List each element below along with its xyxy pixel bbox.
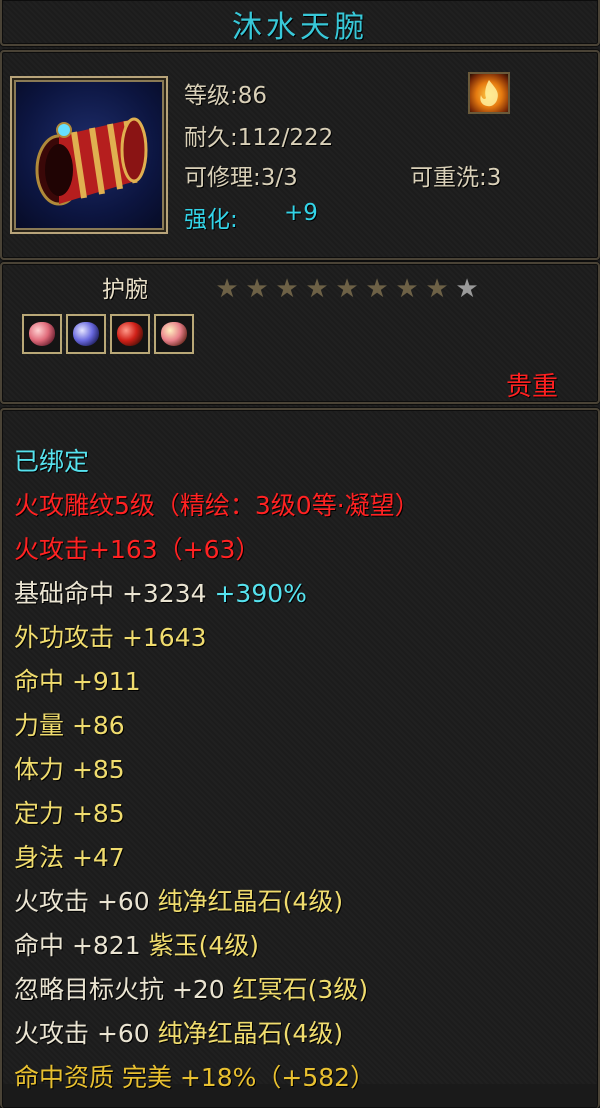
item-rewash: 可重洗:3 (410, 165, 502, 191)
stat-segment: 火攻击+163（+63） (14, 535, 261, 564)
stat-segment: +47 (71, 843, 125, 872)
star-filled-icon: ★ (215, 274, 239, 304)
stat-segment: 外功攻击 (14, 623, 122, 652)
pink-gem-icon[interactable] (154, 314, 194, 354)
stat-line: 火攻击 +60 纯净红晶石(4级) (14, 884, 343, 920)
item-type-panel: 护腕 ★ ★ ★ ★ ★ ★ ★ ★ ★ 贵重 (0, 262, 600, 404)
stat-line: 忽略目标火抗 +20 红冥石(3级) (14, 972, 368, 1008)
item-enhance-value: +9 (284, 200, 318, 226)
stat-segment: 体力 (14, 755, 72, 784)
item-type: 护腕 (102, 277, 148, 303)
item-rarity: 贵重 (505, 372, 558, 402)
fire-element-icon (468, 72, 510, 114)
star-filled-icon: ★ (335, 274, 359, 304)
star-filled-icon: ★ (395, 274, 419, 304)
stat-segment: 命中 (14, 667, 72, 696)
stat-segment: +85 (71, 799, 125, 828)
star-rating: ★ ★ ★ ★ ★ ★ ★ ★ ★ (212, 274, 482, 304)
stat-segment: +911 (71, 667, 141, 696)
stat-line: 火攻击 +60 纯净红晶石(4级) (14, 1016, 343, 1052)
stat-segment: 紫玉(4级) (148, 931, 259, 960)
stat-segment: 基础命中 +3234 (14, 579, 215, 608)
stat-segment: 红冥石(3级) (232, 975, 369, 1004)
gem-slots (22, 314, 198, 358)
blue-gem-icon[interactable] (66, 314, 106, 354)
pink-gem-icon[interactable] (22, 314, 62, 354)
stat-line: 命中资质 完美 +18%（+582） (14, 1060, 375, 1096)
stat-line: 外功攻击 +1643 (14, 620, 207, 656)
stat-segment: 火攻雕纹5级（精绘：3级0等·凝望） (14, 491, 420, 520)
stat-line: 力量 +86 (14, 708, 125, 744)
item-icon-frame[interactable] (10, 76, 168, 234)
stat-segment: 火攻击 +60 (14, 887, 158, 916)
stat-line: 火攻击+163（+63） (14, 532, 260, 568)
stat-segment: 火攻击 +60 (14, 1019, 158, 1048)
stat-line: 定力 +85 (14, 796, 125, 832)
stat-segment: 忽略目标火抗 +20 (14, 975, 233, 1004)
stat-line: 基础命中 +3234 +390% (14, 576, 307, 612)
stat-segment: 力量 (14, 711, 72, 740)
star-filled-icon: ★ (275, 274, 299, 304)
star-filled-icon: ★ (245, 274, 269, 304)
stat-segment: +1643 (121, 623, 207, 652)
stat-line: 命中 +911 (14, 664, 141, 700)
stat-segment: 纯净红晶石(4级) (157, 887, 344, 916)
stat-line: 火攻雕纹5级（精绘：3级0等·凝望） (14, 488, 420, 524)
red-gem-icon[interactable] (110, 314, 150, 354)
stat-segment: +86 (71, 711, 125, 740)
star-filled-icon: ★ (365, 274, 389, 304)
item-info-panel: 等级:86 耐久:112/222 可修理:3/3 可重洗:3 强化: +9 (0, 50, 600, 260)
item-name: 沐水天腕 (232, 10, 368, 45)
item-repairable: 可修理:3/3 (184, 165, 298, 191)
stat-line: 身法 +47 (14, 840, 125, 876)
item-tooltip: 沐水天腕 等级:86 耐久:112/222 可修理:3/3 可重洗:3 强化: … (0, 0, 600, 1108)
stat-line: 体力 +85 (14, 752, 125, 788)
stat-segment: 命中资质 完美 +18%（+582） (14, 1063, 376, 1092)
stat-segment: +85 (71, 755, 125, 784)
star-filled-icon: ★ (425, 274, 449, 304)
title-bar: 沐水天腕 (0, 0, 600, 46)
stat-segment: 身法 (14, 843, 72, 872)
stat-segment: 命中 +821 (14, 931, 149, 960)
item-stats-panel: 已绑定火攻雕纹5级（精绘：3级0等·凝望） 火攻击+163（+63） 基础命中 +3… (0, 408, 600, 1108)
stat-segment: 纯净红晶石(4级) (157, 1019, 344, 1048)
star-filled-icon: ★ (305, 274, 329, 304)
item-level: 等级:86 (184, 83, 268, 109)
stat-segment: 已绑定 (14, 447, 90, 476)
item-durability: 耐久:112/222 (184, 125, 334, 151)
star-empty-icon: ★ (455, 274, 479, 304)
bracer-icon (35, 117, 148, 206)
stat-segment: +390% (214, 579, 307, 608)
stat-line: 已绑定 (14, 444, 89, 480)
item-enhance-label: 强化: (184, 207, 238, 233)
stat-line: 命中 +821 紫玉(4级) (14, 928, 259, 964)
flame-icon (480, 80, 498, 107)
stat-segment: 定力 (14, 799, 72, 828)
